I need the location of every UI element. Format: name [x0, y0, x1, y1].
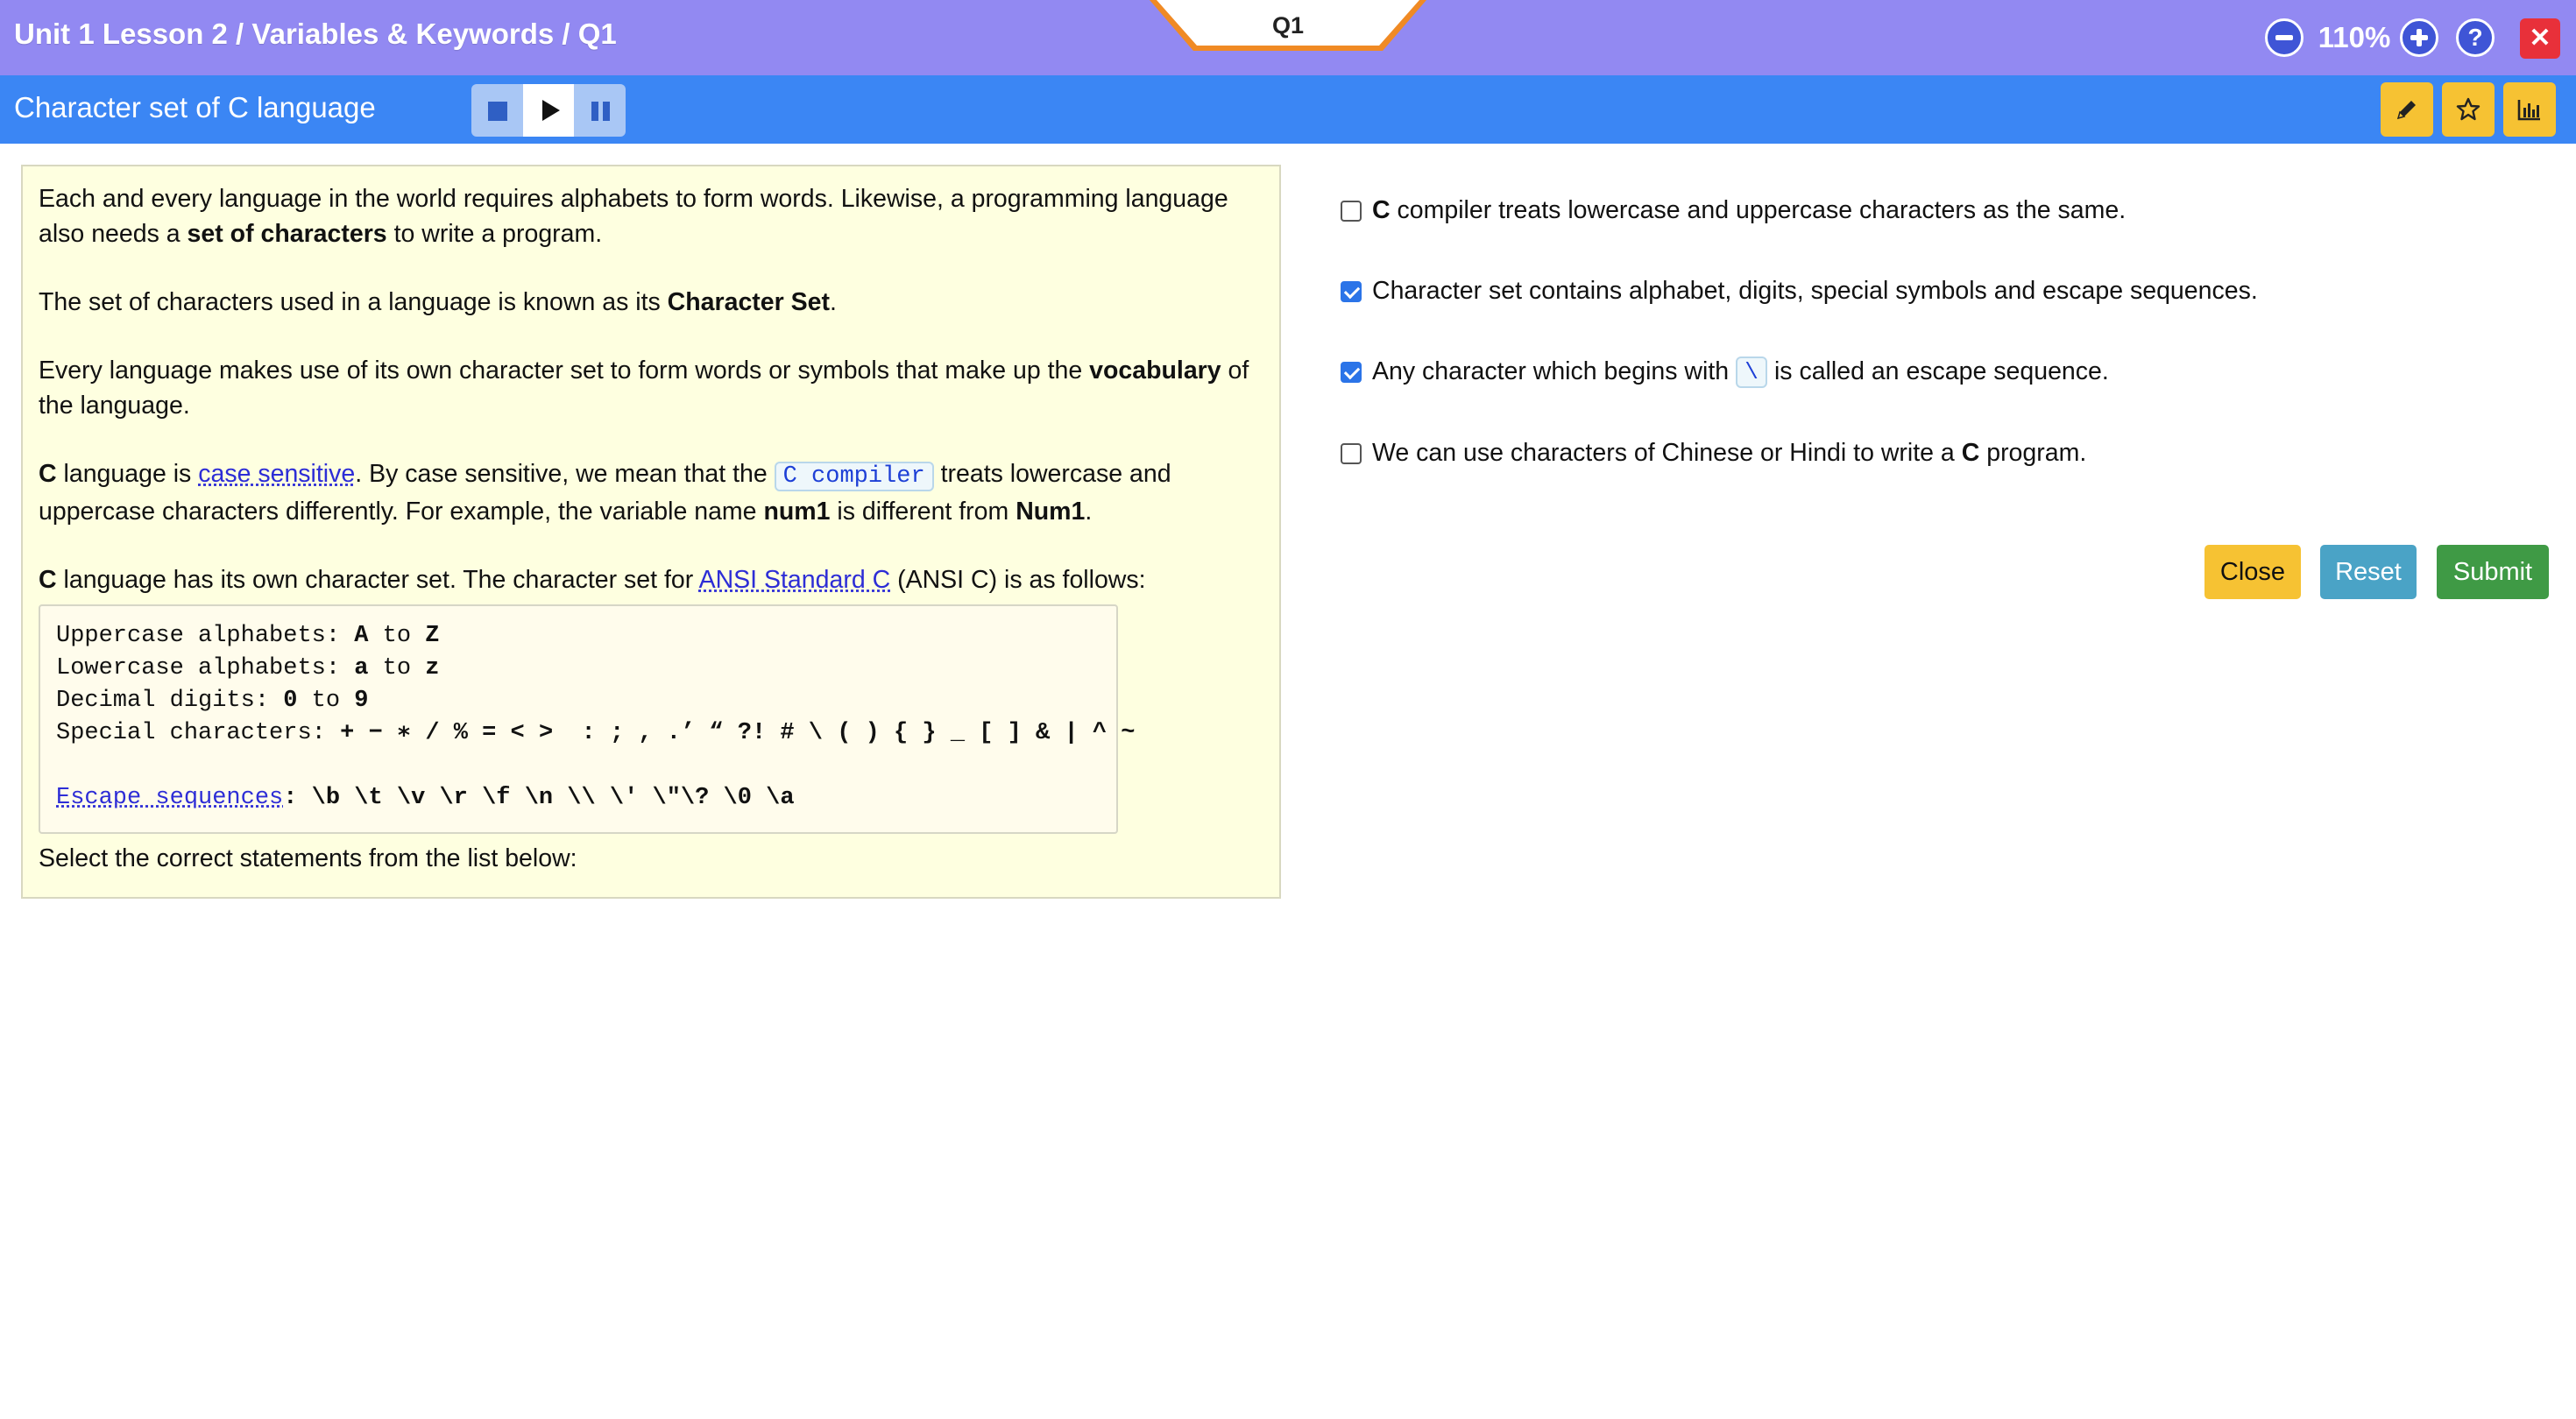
- stats-button[interactable]: [2503, 82, 2556, 137]
- text: language is: [56, 460, 199, 488]
- lesson-title: Character set of C language: [14, 91, 376, 124]
- zoom-in-icon[interactable]: [2400, 18, 2438, 57]
- close-button[interactable]: Close: [2204, 545, 2301, 599]
- pause-icon: [591, 102, 611, 121]
- text: .: [830, 288, 837, 316]
- submit-button[interactable]: Submit: [2437, 545, 2549, 599]
- question-tab[interactable]: Q1: [1150, 0, 1426, 54]
- code-bold: \b \t \v \r \f \n \\ \' \"\? \0 \a: [311, 785, 795, 811]
- bold-text: C: [39, 460, 57, 488]
- pause-button[interactable]: [575, 84, 626, 137]
- bold-text: num1: [763, 498, 831, 526]
- top-header: Unit 1 Lesson 2 / Variables & Keywords /…: [0, 0, 2576, 75]
- text: Every language makes use of its own char…: [39, 357, 1090, 385]
- escape-sequences-link[interactable]: Escape sequences: [56, 785, 283, 811]
- bold-text: C: [1961, 439, 1980, 467]
- code-text: to: [297, 688, 355, 714]
- question-tab-label: Q1: [1271, 12, 1305, 39]
- code-bold: a: [354, 655, 369, 681]
- statement-3-text: Any character which begins with \ is cal…: [1372, 354, 2109, 389]
- code-bold: 9: [354, 688, 369, 714]
- statement-3-checkbox[interactable]: [1341, 362, 1362, 383]
- help-icon[interactable]: ?: [2456, 18, 2495, 57]
- paragraph-character-set: The set of characters used in a language…: [39, 285, 1263, 320]
- bold-text: C: [39, 566, 57, 594]
- bold-text: C: [1372, 196, 1391, 224]
- lesson-content-panel: Each and every language in the world req…: [21, 165, 1281, 899]
- code-bold: :: [283, 785, 312, 811]
- bar-chart-icon: [2517, 100, 2540, 121]
- breadcrumb: Unit 1 Lesson 2 / Variables & Keywords /…: [14, 18, 617, 50]
- backslash-code-tag: \: [1736, 357, 1768, 389]
- code-line-escape: Escape sequences: \b \t \v \r \f \n \\ \…: [56, 782, 1100, 815]
- reset-button[interactable]: Reset: [2320, 545, 2417, 599]
- code-line-special: Special characters: + − ∗ / % = < > : ; …: [56, 717, 1135, 750]
- pencil-button[interactable]: [2381, 82, 2433, 137]
- code-line-lowercase: Lowercase alphabets: a to z: [56, 653, 1100, 685]
- code-line-digits: Decimal digits: 0 to 9: [56, 685, 1100, 717]
- text: is different from: [830, 498, 1016, 526]
- paragraph-ansi: C language has its own character set. Th…: [39, 562, 1263, 597]
- text: language has its own character set. The …: [56, 566, 699, 594]
- code-bold: A: [354, 623, 369, 649]
- text: (ANSI C) is as follows:: [890, 566, 1146, 594]
- bold-text: vocabulary: [1089, 357, 1221, 385]
- text: . By case sensitive, we mean that the: [355, 460, 775, 488]
- star-icon: [2456, 97, 2480, 121]
- zoom-out-icon[interactable]: [2265, 18, 2304, 57]
- star-button[interactable]: [2442, 82, 2495, 137]
- text: program.: [1979, 439, 2087, 467]
- zoom-level: 110%: [2318, 21, 2391, 53]
- statement-2-checkbox[interactable]: [1341, 281, 1362, 302]
- code-text: to: [368, 623, 426, 649]
- text: to write a program.: [386, 220, 603, 248]
- code-bold: 0: [283, 688, 298, 714]
- statement-4-text: We can use characters of Chinese or Hind…: [1372, 435, 2086, 470]
- play-button[interactable]: [523, 84, 574, 137]
- text: We can use characters of Chinese or Hind…: [1372, 439, 1962, 467]
- paragraph-vocabulary: Every language makes use of its own char…: [39, 353, 1263, 423]
- text: is called an escape sequence.: [1767, 357, 2109, 385]
- statement-1-text: C compiler treats lowercase and uppercas…: [1372, 193, 2126, 228]
- pencil-icon: [2396, 101, 2416, 120]
- text: Any character which begins with: [1372, 357, 1737, 385]
- close-window-icon[interactable]: ✕: [2520, 18, 2560, 59]
- text: The set of characters used in a language…: [39, 288, 668, 316]
- code-bold: Z: [425, 623, 440, 649]
- media-player-controls: [471, 84, 626, 137]
- statement-2-text: Character set contains alphabet, digits,…: [1372, 277, 2258, 305]
- case-sensitive-link[interactable]: case sensitive: [198, 460, 355, 488]
- paragraph-case-sensitive: C language is case sensitive. By case se…: [39, 456, 1263, 529]
- stop-icon: [488, 102, 507, 121]
- c-compiler-code-tag[interactable]: C compiler: [774, 462, 934, 491]
- statement-4-checkbox[interactable]: [1341, 443, 1362, 464]
- lesson-toolbar: Character set of C language: [0, 75, 2576, 144]
- text: compiler treats lowercase and uppercase …: [1390, 196, 2127, 224]
- code-text: to: [368, 655, 426, 681]
- bold-text: Character Set: [667, 288, 830, 316]
- play-icon: [542, 100, 560, 121]
- bold-text: set of characters: [187, 220, 387, 248]
- paragraph-intro: Each and every language in the world req…: [39, 181, 1263, 251]
- statement-1-checkbox[interactable]: [1341, 201, 1362, 222]
- code-text: Decimal digits:: [56, 688, 284, 714]
- code-bold: z: [425, 655, 440, 681]
- stop-button[interactable]: [471, 84, 522, 137]
- instruction-text: Select the correct statements from the l…: [39, 844, 577, 872]
- code-text: Lowercase alphabets:: [56, 655, 355, 681]
- code-gap: [56, 750, 1100, 782]
- ansi-standard-c-link[interactable]: ANSI Standard C: [699, 566, 891, 594]
- character-set-code-block: Uppercase alphabets: A to Z Lowercase alp…: [39, 604, 1135, 834]
- bold-text: Num1: [1016, 498, 1086, 526]
- code-text: Uppercase alphabets:: [56, 623, 355, 649]
- code-line-uppercase: Uppercase alphabets: A to Z: [56, 620, 1100, 653]
- text: .: [1085, 498, 1093, 526]
- code-text: Special characters:: [56, 720, 341, 746]
- code-bold: + − ∗ / % = < > : ; , .’ “ ?! # \ ( ) { …: [340, 720, 1136, 746]
